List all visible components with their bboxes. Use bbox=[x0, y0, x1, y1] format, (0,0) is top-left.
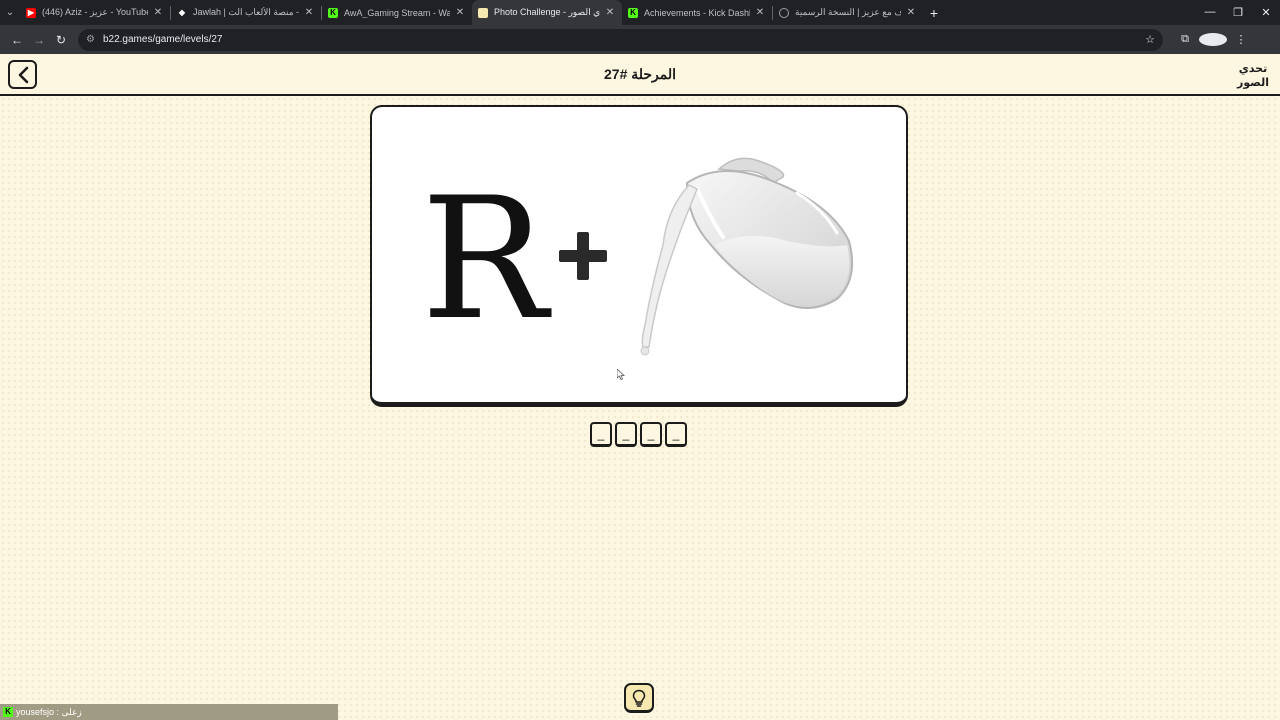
url-text: b22.games/game/levels/27 bbox=[102, 34, 223, 45]
new-tab-button[interactable]: + bbox=[923, 5, 945, 21]
forward-arrow-icon[interactable]: → bbox=[28, 29, 50, 51]
back-arrow-icon[interactable]: ← bbox=[6, 29, 28, 51]
lightbulb-icon bbox=[632, 689, 646, 707]
browser-toolbar: ← → ↻ ⚙ b22.games/game/levels/27 ☆ ⧉ ⋮ bbox=[0, 25, 1280, 54]
tab-title: AwA_Gaming Stream - Watch L... bbox=[344, 7, 450, 18]
photo-challenge-logo: تحدي الصور bbox=[1236, 62, 1269, 89]
mouse-cursor-icon bbox=[617, 369, 625, 380]
browser-tab[interactable]: حروف مع عزيز | النسخة الرسمية ✕ bbox=[773, 0, 923, 25]
extensions-icon[interactable]: ⧉ bbox=[1171, 33, 1199, 46]
tab-close-icon[interactable]: ✕ bbox=[754, 7, 766, 18]
plus-icon bbox=[559, 232, 607, 280]
tab-title: Photo Challenge - تحدي الصور ... bbox=[494, 7, 600, 17]
browser-tab[interactable]: ◆ Jawlah | جولة - منصة الألعاب الت... ✕ bbox=[171, 0, 321, 25]
puzzle-letter: R bbox=[421, 161, 548, 357]
answer-slot[interactable]: _ bbox=[640, 422, 662, 447]
browser-tab-active[interactable]: Photo Challenge - تحدي الصور ... ✕ bbox=[472, 0, 622, 25]
youtube-icon: ▶ bbox=[26, 7, 36, 18]
reload-icon[interactable]: ↻ bbox=[50, 29, 72, 51]
answer-slot[interactable]: _ bbox=[615, 422, 637, 447]
kick-icon: K bbox=[3, 707, 13, 717]
restore-icon[interactable]: ❐ bbox=[1224, 6, 1252, 19]
browser-tab[interactable]: ▶ (446) Aziz - عزيز - YouTube ✕ bbox=[20, 0, 170, 25]
bookmark-star-icon[interactable]: ☆ bbox=[1145, 33, 1155, 46]
milk-pitcher-image bbox=[640, 157, 854, 356]
game-page: المرحلة #27 تحدي الصور R _ _ _ _ bbox=[0, 54, 1280, 720]
photo-challenge-icon bbox=[478, 7, 488, 18]
kick-icon: K bbox=[328, 7, 338, 18]
site-settings-icon[interactable]: ⚙ bbox=[86, 34, 95, 45]
tab-close-icon[interactable]: ✕ bbox=[604, 7, 616, 18]
tab-title: Jawlah | جولة - منصة الألعاب الت... bbox=[193, 7, 299, 17]
browser-tab[interactable]: K Achievements - Kick Dashboard ✕ bbox=[622, 0, 772, 25]
hint-button[interactable] bbox=[624, 683, 654, 713]
tab-close-icon[interactable]: ✕ bbox=[905, 7, 917, 18]
address-bar[interactable]: ⚙ b22.games/game/levels/27 ☆ bbox=[78, 28, 1163, 51]
profile-avatar[interactable] bbox=[1199, 33, 1227, 46]
kick-icon: K bbox=[628, 7, 638, 18]
minimize-icon[interactable]: — bbox=[1196, 6, 1224, 19]
answer-slot[interactable]: _ bbox=[665, 422, 687, 447]
chat-overlay-bar: K yousefsjo : زعلى bbox=[0, 704, 338, 720]
tab-title: حروف مع عزيز | النسخة الرسمية bbox=[795, 7, 901, 17]
overlay-message: yousefsjo : زعلى bbox=[16, 706, 82, 717]
answer-slot[interactable]: _ bbox=[590, 422, 612, 447]
answer-slots: _ _ _ _ bbox=[590, 422, 687, 447]
close-window-icon[interactable]: ✕ bbox=[1252, 6, 1280, 19]
tab-search-button[interactable]: ⌄ bbox=[0, 0, 20, 25]
tab-close-icon[interactable]: ✕ bbox=[454, 7, 466, 18]
kebab-menu-icon[interactable]: ⋮ bbox=[1227, 33, 1255, 46]
tab-title: (446) Aziz - عزيز - YouTube bbox=[42, 7, 148, 17]
tab-title: Achievements - Kick Dashboard bbox=[644, 7, 750, 18]
page-header: المرحلة #27 تحدي الصور bbox=[0, 54, 1280, 96]
browser-tab[interactable]: K AwA_Gaming Stream - Watch L... ✕ bbox=[322, 0, 472, 25]
globe-icon bbox=[779, 7, 789, 18]
svg-text:الصور: الصور bbox=[1236, 76, 1269, 89]
level-title: المرحلة #27 bbox=[603, 66, 677, 82]
window-controls: — ❐ ✕ bbox=[1196, 6, 1280, 19]
jawlah-icon: ◆ bbox=[178, 8, 186, 17]
svg-text:تحدي: تحدي bbox=[1239, 62, 1268, 75]
browser-tab-strip: ⌄ ▶ (446) Aziz - عزيز - YouTube ✕ ◆ Jawl… bbox=[0, 0, 1280, 25]
puzzle-card: R bbox=[370, 105, 908, 407]
tab-close-icon[interactable]: ✕ bbox=[152, 7, 164, 18]
tab-close-icon[interactable]: ✕ bbox=[303, 7, 315, 18]
